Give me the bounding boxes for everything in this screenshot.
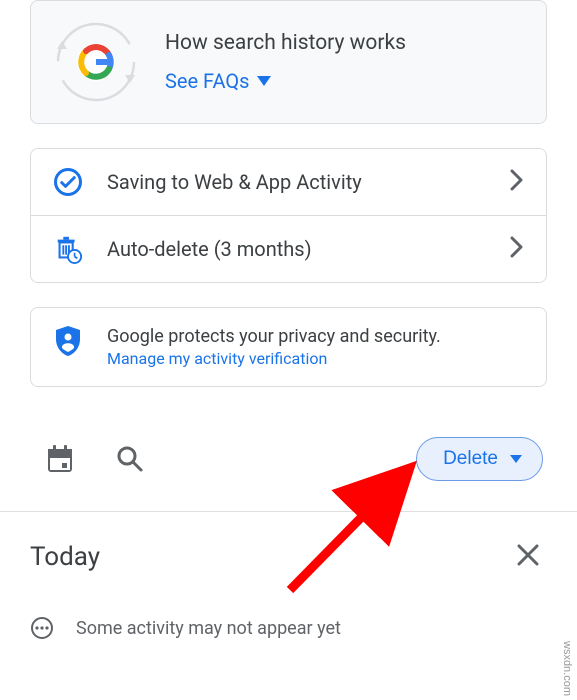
trash-clock-icon xyxy=(53,234,83,264)
today-title: Today xyxy=(30,542,509,572)
privacy-text-wrap: Google protects your privacy and securit… xyxy=(107,326,441,368)
search-icon xyxy=(116,445,144,473)
watermark: wsxdn.com xyxy=(561,641,573,696)
manage-verification-link[interactable]: Manage my activity verification xyxy=(107,349,441,368)
privacy-text: Google protects your privacy and securit… xyxy=(107,326,441,347)
faq-content: How search history works See FAQs xyxy=(165,31,406,93)
chevron-right-icon xyxy=(510,236,524,262)
today-section-header: Today xyxy=(0,511,577,602)
faq-title: How search history works xyxy=(165,31,406,55)
dropdown-triangle-icon xyxy=(510,455,522,463)
checkmark-circle-icon xyxy=(53,167,83,197)
saving-activity-label: Saving to Web & App Activity xyxy=(107,170,486,194)
saving-activity-row[interactable]: Saving to Web & App Activity xyxy=(31,149,546,215)
activity-options-card: Saving to Web & App Activity A xyxy=(30,148,547,283)
search-button[interactable] xyxy=(112,441,148,477)
close-section-button[interactable] xyxy=(509,536,547,578)
auto-delete-label: Auto-delete (3 months) xyxy=(107,237,486,261)
delete-label: Delete xyxy=(443,448,498,470)
chevron-right-icon xyxy=(510,169,524,195)
calendar-button[interactable] xyxy=(42,441,78,477)
privacy-card: Google protects your privacy and securit… xyxy=(30,307,547,387)
see-faqs-link[interactable]: See FAQs xyxy=(165,69,271,93)
notice-text: Some activity may not appear yet xyxy=(76,618,341,639)
faq-card: How search history works See FAQs xyxy=(30,0,547,124)
activity-toolbar: Delete xyxy=(30,437,547,511)
dropdown-triangle-icon xyxy=(257,76,271,86)
calendar-icon xyxy=(46,444,74,474)
auto-delete-row[interactable]: Auto-delete (3 months) xyxy=(31,215,546,282)
delete-button[interactable]: Delete xyxy=(416,437,543,481)
shield-user-icon xyxy=(53,326,83,356)
activity-notice-row: Some activity may not appear yet xyxy=(0,602,577,654)
faq-link-label: See FAQs xyxy=(165,69,249,93)
google-refresh-icon xyxy=(55,21,137,103)
close-icon xyxy=(517,544,539,566)
more-horizontal-icon xyxy=(30,616,54,640)
